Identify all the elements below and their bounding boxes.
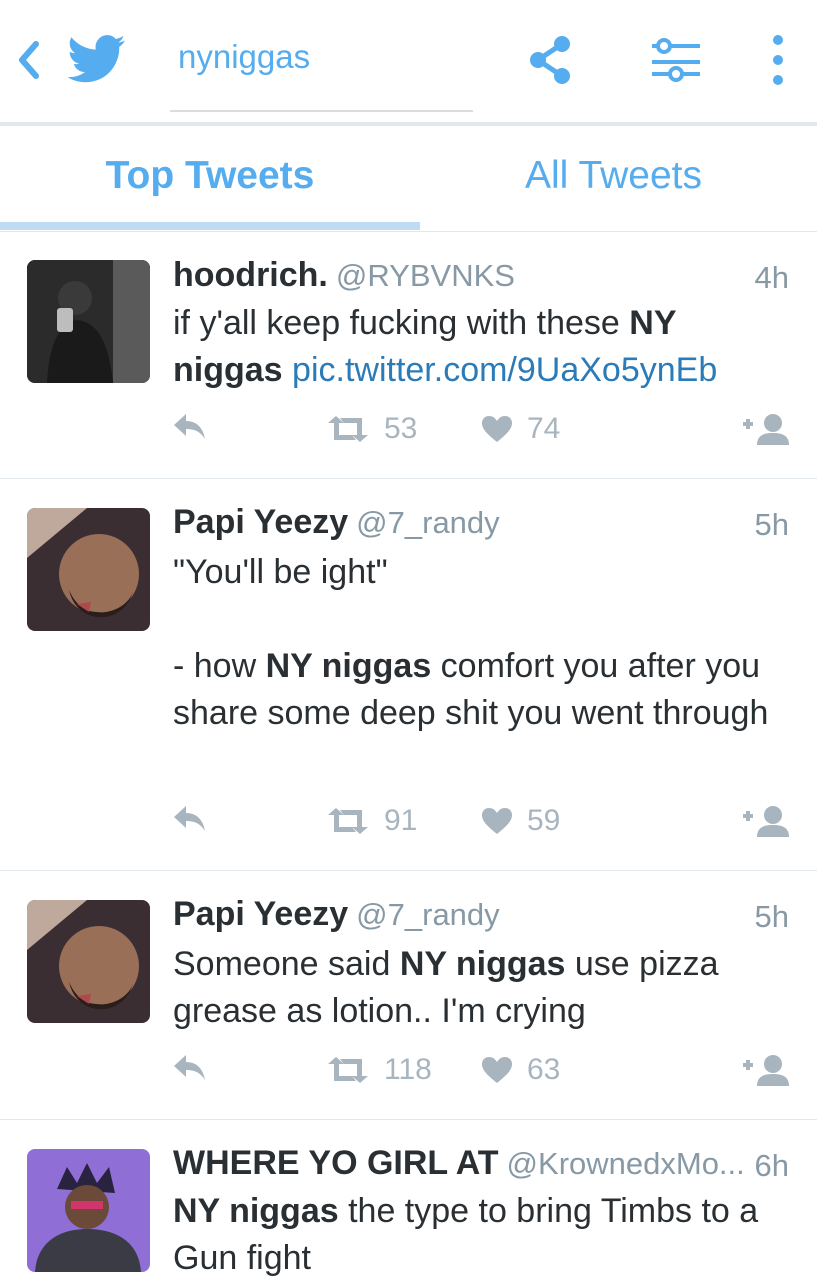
like-button[interactable]: 74 [481, 412, 560, 446]
tweet-item[interactable]: Papi Yeezy @7_randy 5h "You'll be ight" -… [0, 479, 817, 871]
tweet-time: 5h [754, 899, 789, 934]
like-button[interactable]: 63 [481, 1053, 560, 1087]
avatar[interactable] [27, 900, 150, 1023]
tweet-text: NY niggas the type to bring Timbs to a G… [173, 1188, 793, 1282]
tweet-text-segment: if y'all keep fucking with these [173, 304, 630, 342]
tweet-item[interactable]: WHERE YO GIRL AT @KrownedxMo... 6h NY nig… [0, 1120, 817, 1280]
retweet-count: 53 [384, 412, 418, 445]
tweet-author-name[interactable]: Papi Yeezy [173, 895, 348, 933]
tweet-time: 6h [754, 1148, 789, 1183]
tweet-author-handle[interactable]: @7_randy [356, 897, 500, 932]
retweet-button[interactable]: 118 [326, 1053, 432, 1087]
tab-top-tweets[interactable]: Top Tweets [0, 126, 420, 226]
retweet-button[interactable]: 53 [326, 412, 417, 446]
back-icon[interactable] [14, 38, 44, 82]
avatar[interactable] [27, 1149, 150, 1272]
active-tab-indicator [0, 222, 420, 230]
tweet-text: Someone said NY niggas use pizza grease … [173, 941, 793, 1035]
tweet-author-handle[interactable]: @7_randy [356, 505, 500, 540]
tweet-item[interactable]: Papi Yeezy @7_randy 5h Someone said NY ni… [0, 871, 817, 1120]
like-count: 63 [527, 1053, 561, 1086]
share-icon[interactable] [526, 32, 574, 88]
tweet-author-handle[interactable]: @KrownedxMo... [507, 1146, 745, 1181]
tweet-author-name[interactable]: Papi Yeezy [173, 503, 348, 541]
tab-bar: Top Tweets All Tweets [0, 126, 817, 232]
twitter-bird-icon[interactable] [67, 34, 126, 84]
top-bar: nyniggas [0, 0, 817, 122]
search-query: nyniggas [178, 38, 311, 75]
avatar[interactable] [27, 508, 150, 631]
tweet-text-paragraph: - how NY niggas comfort you after you sh… [173, 643, 793, 737]
tweet-link[interactable]: pic.twitter.com/9UaXo5ynEb [292, 351, 717, 389]
tweet-author-name[interactable]: WHERE YO GIRL AT [173, 1144, 499, 1182]
tweet-actions: 118 63 [0, 1053, 817, 1093]
like-count: 74 [527, 412, 561, 445]
tweet-time: 4h [754, 260, 789, 295]
reply-icon[interactable] [172, 804, 222, 834]
search-field[interactable]: nyniggas [170, 30, 473, 112]
tweet-highlight: NY niggas [399, 945, 566, 983]
tweet-text: if y'all keep fucking with these NY nigg… [173, 300, 793, 394]
retweet-button[interactable]: 91 [326, 804, 417, 838]
filter-settings-icon[interactable] [648, 32, 704, 88]
tweet-author-name[interactable]: hoodrich. [173, 256, 328, 294]
retweet-count: 118 [384, 1053, 432, 1086]
like-button[interactable]: 59 [481, 804, 560, 838]
tweet-actions: 53 74 [0, 412, 817, 452]
tweet-text-segment: - how [173, 647, 266, 685]
like-count: 59 [527, 804, 561, 837]
tweet-author-handle[interactable]: @RYBVNKS [336, 258, 515, 293]
reply-icon[interactable] [172, 1053, 222, 1083]
follow-add-icon[interactable] [741, 804, 805, 838]
tweet-actions: 91 59 [0, 804, 817, 844]
retweet-count: 91 [384, 804, 418, 837]
tweet-text: "You'll be ight" - how NY niggas comfort… [173, 549, 793, 737]
tweet-text-line: "You'll be ight" [173, 553, 388, 591]
reply-icon[interactable] [172, 412, 222, 442]
tweet-highlight: NY niggas [265, 647, 432, 685]
tweet-item[interactable]: hoodrich. @RYBVNKS 4h if y'all keep fucki… [0, 232, 817, 479]
follow-add-icon[interactable] [741, 412, 805, 446]
tweet-highlight: NY niggas [173, 1192, 339, 1230]
tweet-time: 5h [754, 507, 789, 542]
more-options-icon[interactable] [766, 32, 790, 88]
tweet-text-segment: Someone said [173, 945, 400, 983]
follow-add-icon[interactable] [741, 1053, 805, 1087]
tab-all-tweets[interactable]: All Tweets [410, 126, 817, 226]
avatar[interactable] [27, 260, 150, 383]
